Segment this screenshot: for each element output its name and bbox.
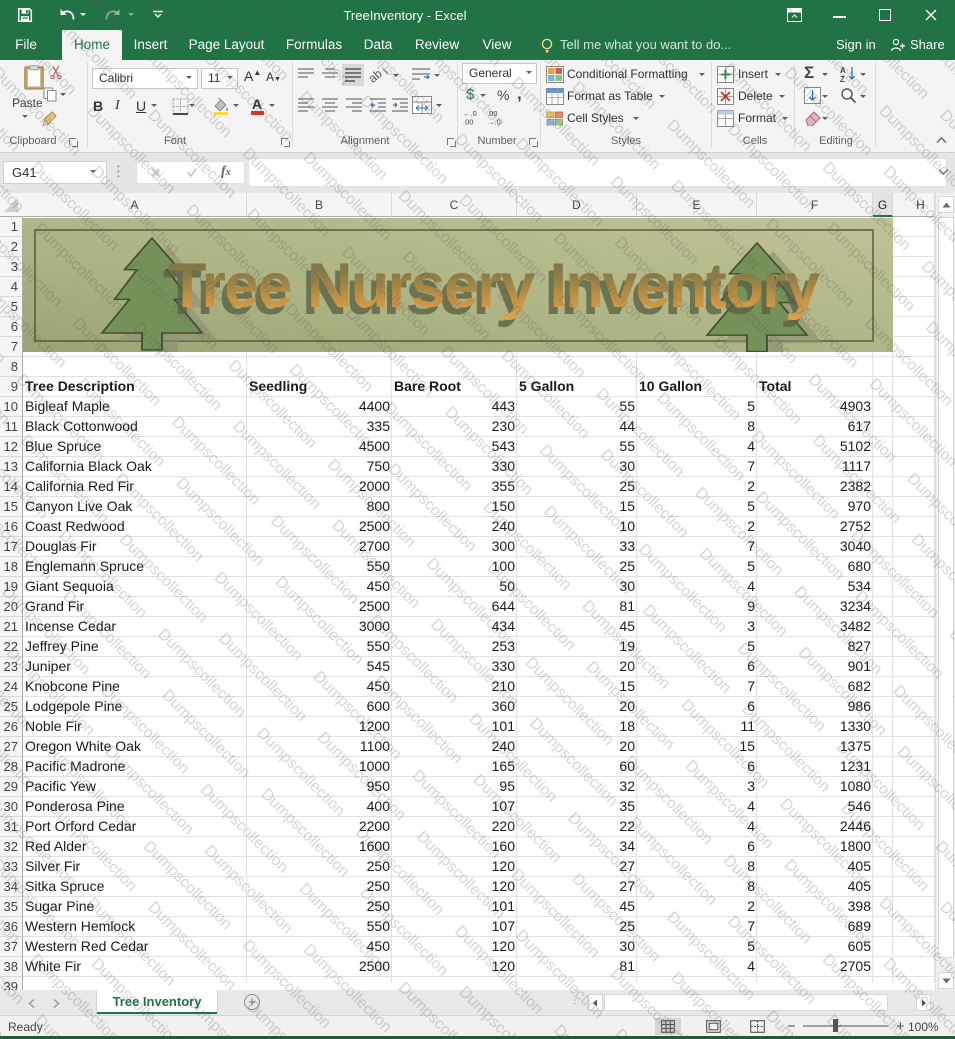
svg-text:→.0: →.0 [487,118,501,127]
svg-text:ab: ab [370,66,385,84]
svg-text:A: A [840,66,846,75]
svg-text:.00: .00 [463,118,473,127]
svg-text:Tree Nursery Inventory: Tree Nursery Inventory [168,251,820,321]
svg-text:Z: Z [840,75,845,83]
